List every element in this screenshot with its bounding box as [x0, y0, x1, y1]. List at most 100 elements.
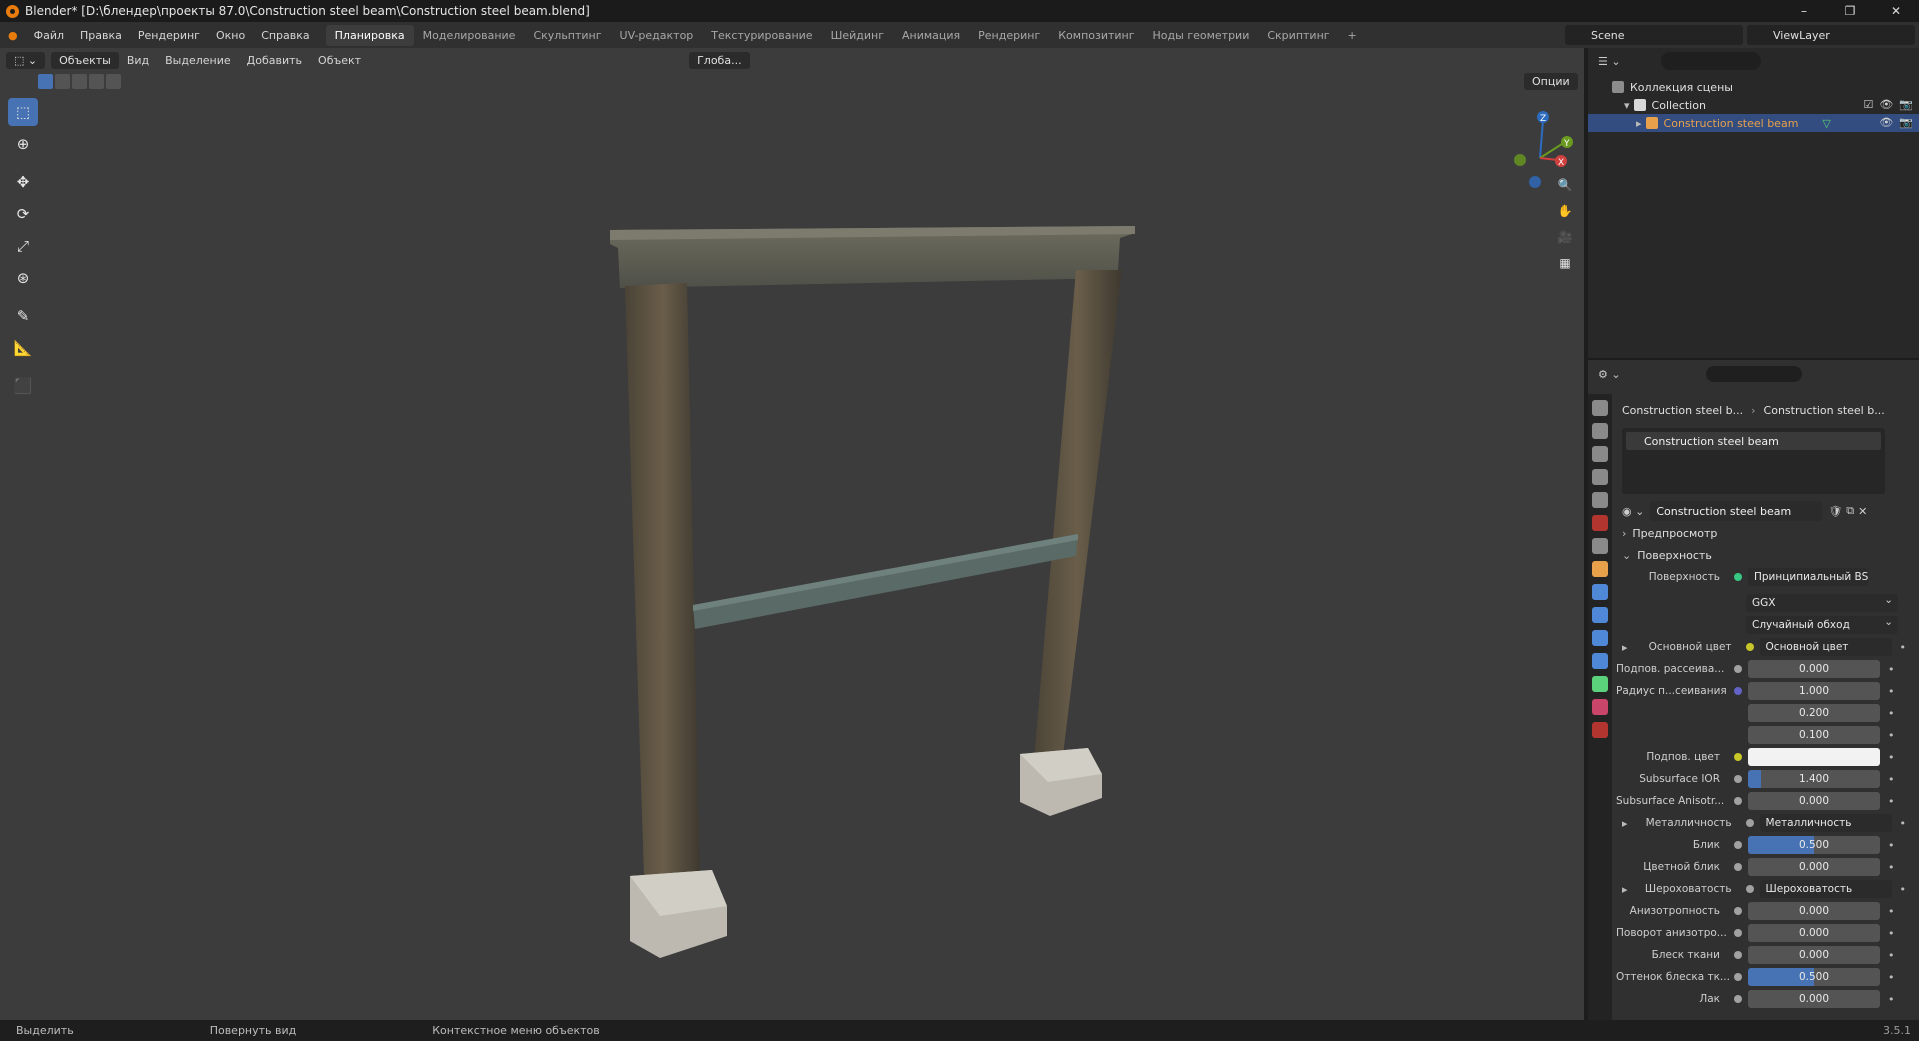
- unlink-material-icon[interactable]: ✕: [1858, 505, 1867, 518]
- select-extend-icon[interactable]: [55, 74, 70, 89]
- menu-add[interactable]: Добавить: [239, 54, 310, 67]
- browse-material-icon[interactable]: ◉ ⌄: [1622, 505, 1644, 518]
- value-field[interactable]: 0.000: [1748, 924, 1880, 942]
- view-layer-tab-icon[interactable]: [1592, 469, 1608, 485]
- minimize-button[interactable]: –: [1781, 0, 1827, 22]
- tab-modeling[interactable]: Моделирование: [414, 25, 525, 46]
- input-socket-dot[interactable]: [1734, 665, 1742, 673]
- value-field[interactable]: 0.000: [1748, 902, 1880, 920]
- render-tab-icon[interactable]: [1592, 423, 1608, 439]
- add-cube-tool-icon[interactable]: ⬛: [8, 372, 38, 400]
- input-socket-dot[interactable]: [1734, 775, 1742, 783]
- zoom-icon[interactable]: 🔍: [1554, 174, 1576, 196]
- viewlayer-selector[interactable]: ViewLayer: [1747, 25, 1915, 45]
- output-tab-icon[interactable]: [1592, 446, 1608, 462]
- select-subtract-icon[interactable]: [72, 74, 87, 89]
- tab-rendering[interactable]: Рендеринг: [969, 25, 1049, 46]
- input-socket-dot[interactable]: [1734, 753, 1742, 761]
- editor-type-dropdown[interactable]: ⬚ ⌄: [6, 51, 46, 69]
- exclude-checkbox-icon[interactable]: ☑: [1863, 98, 1873, 111]
- expand-arrow-icon[interactable]: ▸: [1616, 817, 1628, 830]
- keyframe-dot-icon[interactable]: •: [1900, 641, 1907, 654]
- select-invert-icon[interactable]: [89, 74, 104, 89]
- linked-input-field[interactable]: Металличность: [1759, 814, 1892, 832]
- input-socket-dot[interactable]: [1734, 687, 1742, 695]
- tab-shading[interactable]: Шейдинг: [822, 25, 893, 46]
- texture-tab-icon[interactable]: [1592, 722, 1608, 738]
- tab-geometry-nodes[interactable]: Ноды геометрии: [1144, 25, 1259, 46]
- outliner-row-collection[interactable]: ▾ Collection ☑ 👁 📷: [1588, 96, 1919, 114]
- 3d-viewport[interactable]: ⬚ ⌄ Объекты Вид Выделение Добавить Объек…: [0, 48, 1584, 1020]
- input-socket-dot[interactable]: [1734, 841, 1742, 849]
- object-tab-icon[interactable]: [1592, 561, 1608, 577]
- value-field[interactable]: 0.500: [1748, 968, 1880, 986]
- outliner-row-object[interactable]: ▸ Construction steel beam ▽ 👁 📷: [1588, 114, 1919, 132]
- surface-shader-field[interactable]: Принципиальный BSDF: [1748, 568, 1868, 586]
- linked-input-field[interactable]: Основной цвет: [1759, 638, 1892, 656]
- particles-tab-icon[interactable]: [1592, 607, 1608, 623]
- value-field[interactable]: 0.100: [1748, 726, 1880, 744]
- scale-tool-icon[interactable]: ⤢: [8, 232, 38, 260]
- options-button[interactable]: Опции: [1524, 73, 1578, 90]
- keyframe-dot-icon[interactable]: •: [1888, 729, 1895, 742]
- menu-view[interactable]: Вид: [119, 54, 157, 67]
- cursor-tool-icon[interactable]: ⊕: [8, 130, 38, 158]
- render-camera-icon[interactable]: 📷: [1899, 98, 1913, 111]
- distribution-dropdown[interactable]: GGX: [1746, 591, 1898, 612]
- mesh-data-icon[interactable]: ▽: [1822, 117, 1830, 130]
- menu-select[interactable]: Выделение: [157, 54, 239, 67]
- outliner-row-scene-collection[interactable]: Коллекция сцены: [1588, 78, 1919, 96]
- input-socket-dot[interactable]: [1745, 643, 1754, 651]
- physics-tab-icon[interactable]: [1592, 630, 1608, 646]
- material-slot-item[interactable]: Construction steel beam: [1626, 432, 1881, 450]
- input-socket-dot[interactable]: [1734, 995, 1742, 1003]
- annotate-tool-icon[interactable]: ✎: [8, 302, 38, 330]
- fake-user-shield-icon[interactable]: 🛡: [1828, 505, 1842, 518]
- preview-panel-header[interactable]: › Предпросмотр: [1616, 522, 1919, 544]
- add-workspace-button[interactable]: +: [1339, 25, 1366, 46]
- keyframe-dot-icon[interactable]: •: [1888, 927, 1895, 940]
- keyframe-dot-icon[interactable]: •: [1888, 905, 1895, 918]
- tab-sculpting[interactable]: Скульптинг: [524, 25, 610, 46]
- keyframe-dot-icon[interactable]: •: [1888, 971, 1895, 984]
- measure-tool-icon[interactable]: 📐: [8, 334, 38, 362]
- menu-edit[interactable]: Правка: [72, 29, 130, 42]
- surface-panel-header[interactable]: ⌄ Поверхность: [1616, 544, 1919, 566]
- outliner-search-input[interactable]: [1660, 52, 1761, 70]
- grid-toggle-icon[interactable]: ▦: [1554, 252, 1576, 274]
- keyframe-dot-icon[interactable]: •: [1888, 751, 1895, 764]
- input-socket-dot[interactable]: [1734, 907, 1742, 915]
- construction-steel-beam-model[interactable]: [0, 48, 1584, 1020]
- keyframe-dot-icon[interactable]: •: [1900, 817, 1907, 830]
- move-tool-icon[interactable]: ✥: [8, 168, 38, 196]
- subsurface-method-dropdown[interactable]: Случайный обход: [1746, 613, 1898, 634]
- value-field[interactable]: 0.000: [1748, 946, 1880, 964]
- data-tab-icon[interactable]: [1592, 676, 1608, 692]
- tool-tab-icon[interactable]: [1592, 400, 1608, 416]
- maximize-button[interactable]: ❐: [1827, 0, 1873, 22]
- input-socket-dot[interactable]: [1734, 951, 1742, 959]
- collection-tab-icon[interactable]: [1592, 538, 1608, 554]
- shader-socket-dot[interactable]: [1734, 573, 1742, 581]
- tab-layout[interactable]: Планировка: [325, 24, 414, 46]
- expand-arrow-icon[interactable]: ▸: [1616, 641, 1628, 654]
- input-socket-dot[interactable]: [1745, 819, 1754, 827]
- material-tab-icon[interactable]: [1592, 699, 1608, 715]
- collapse-arrow-icon[interactable]: ▾: [1624, 99, 1630, 112]
- input-socket-dot[interactable]: [1734, 973, 1742, 981]
- keyframe-dot-icon[interactable]: •: [1888, 861, 1895, 874]
- input-socket-dot[interactable]: [1734, 863, 1742, 871]
- close-button[interactable]: ✕: [1873, 0, 1919, 22]
- select-new-icon[interactable]: [38, 74, 53, 89]
- tab-scripting[interactable]: Скриптинг: [1258, 25, 1338, 46]
- mode-dropdown[interactable]: Объекты: [51, 51, 119, 69]
- expand-arrow-icon[interactable]: ▸: [1636, 117, 1642, 130]
- menu-help[interactable]: Справка: [253, 29, 317, 42]
- pan-hand-icon[interactable]: ✋: [1554, 200, 1576, 222]
- input-socket-dot[interactable]: [1734, 929, 1742, 937]
- keyframe-dot-icon[interactable]: •: [1888, 993, 1895, 1006]
- world-tab-icon[interactable]: [1592, 515, 1608, 531]
- tab-animation[interactable]: Анимация: [893, 25, 969, 46]
- keyframe-dot-icon[interactable]: •: [1888, 839, 1895, 852]
- material-name-field[interactable]: Construction steel beam: [1650, 501, 1823, 521]
